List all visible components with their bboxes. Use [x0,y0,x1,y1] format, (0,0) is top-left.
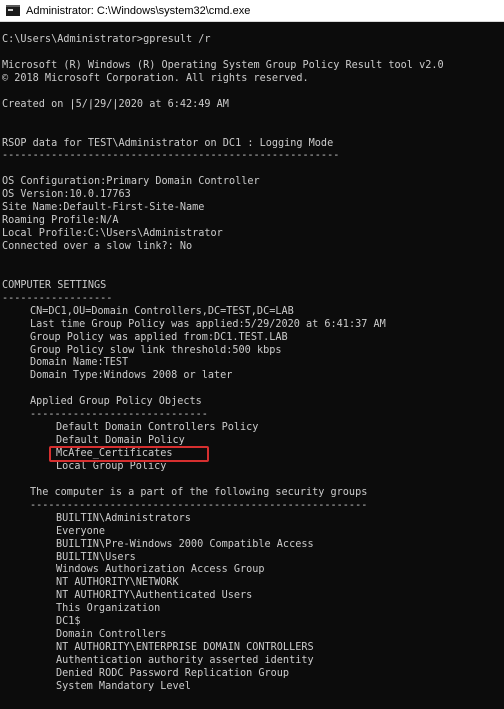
created-line: Created on ⌠5/⌠29/⌠2020 at 6:42:49 AM [2,98,229,110]
security-group-item: Windows Authorization Access Group [56,564,265,576]
setting-row: Domain Name:TEST [2,357,504,370]
security-group-item: This Organization [56,603,161,615]
setting-row: Group Policy slow link threshold:500 kbp… [2,345,504,358]
info-key: OS Version: [2,189,70,201]
gpo-item-highlighted: McAfee_Certificates [2,446,504,462]
separator-line: ----------------------------------------… [2,150,340,162]
separator-line: ----------------------------------------… [30,499,368,511]
security-group-item: BUILTIN\Users [56,551,136,563]
setting-key: Last time Group Policy was applied: [30,318,245,330]
command-prompt-line: C:\Users\Administrator>gpresult /r [2,34,211,45]
setting-value: 5/29/2020 at 6:41:37 AM [244,318,386,330]
console-output[interactable]: C:\Users\Administrator>gpresult /r Micro… [0,22,504,709]
highlight-wrapper: McAfee_Certificates [49,446,209,462]
security-group-item: Authentication authority asserted identi… [56,655,314,666]
info-value: N/A [100,215,119,227]
security-group-item: NT AUTHORITY\ENTERPRISE DOMAIN CONTROLLE… [56,642,314,654]
security-group-item: NT AUTHORITY\NETWORK [56,577,179,589]
applied-gpo-heading: Applied Group Policy Objects [30,396,202,408]
separator-line: ------------------ [2,292,113,304]
info-value: C:\Users\Administrator [87,228,223,240]
info-key: Roaming Profile: [2,215,101,227]
setting-value: TEST [103,357,129,369]
setting-key: Group Policy was applied from: [30,331,215,343]
gpo-item: Default Domain Controllers Policy [56,422,259,434]
security-group-item: BUILTIN\Administrators [56,512,191,524]
slow-link-line: Connected over a slow link?: No [2,241,193,252]
info-key: Site Name: [2,202,64,214]
copyright-line: © 2018 Microsoft Corporation. All rights… [2,72,309,84]
security-group-item: System Mandatory Level [56,680,191,692]
setting-key: Domain Type: [30,370,104,382]
security-group-item: Everyone [56,525,106,537]
banner-line: Microsoft (R) Windows (R) Operating Syst… [2,59,444,71]
info-row: Roaming Profile:N/A [2,215,504,228]
security-group-item: Domain Controllers [56,629,167,641]
info-key: OS Configuration: [2,176,107,188]
info-row: OS Version:10.0.17763 [2,189,504,202]
security-groups-heading: The computer is a part of the following … [30,486,368,498]
section-heading: COMPUTER SETTINGS [2,279,107,291]
window-title: Administrator: C:\Windows\system32\cmd.e… [26,4,251,17]
info-row: OS Configuration:Primary Domain Controll… [2,176,504,189]
red-highlight-box [49,446,209,462]
distinguished-name-line: CN=DC1,OU=Domain Controllers,DC=TEST,DC=… [30,305,294,317]
rsop-line: RSOP data for TEST\Administrator on DC1 … [2,137,334,149]
window-titlebar[interactable]: Administrator: C:\Windows\system32\cmd.e… [0,0,504,22]
setting-row: Last time Group Policy was applied:5/29/… [2,319,504,332]
security-group-item: DC1$ [56,616,81,628]
setting-key: Domain Name: [30,357,104,369]
setting-row: Domain Type:Windows 2008 or later [2,370,504,383]
info-value: Primary Domain Controller [106,176,260,188]
setting-key: Group Policy slow link threshold: [30,344,233,356]
setting-value: Windows 2008 or later [103,370,233,382]
security-group-item: BUILTIN\Pre-Windows 2000 Compatible Acce… [56,538,314,550]
info-row: Local Profile:C:\Users\Administrator [2,228,504,241]
info-value: Default-First-Site-Name [63,202,205,214]
setting-value: DC1.TEST.LAB [214,331,288,343]
info-row: Site Name:Default-First-Site-Name [2,202,504,215]
info-key: Local Profile: [2,228,88,240]
cmd-icon [6,5,20,16]
separator-line: ----------------------------- [30,409,208,421]
gpo-item: Local Group Policy [56,460,167,472]
info-value: 10.0.17763 [69,189,131,201]
security-group-item: NT AUTHORITY\Authenticated Users [56,590,253,602]
security-group-item: Denied RODC Password Replication Group [56,667,290,679]
setting-row: Group Policy was applied from:DC1.TEST.L… [2,332,504,345]
setting-value: 500 kbps [232,344,282,356]
